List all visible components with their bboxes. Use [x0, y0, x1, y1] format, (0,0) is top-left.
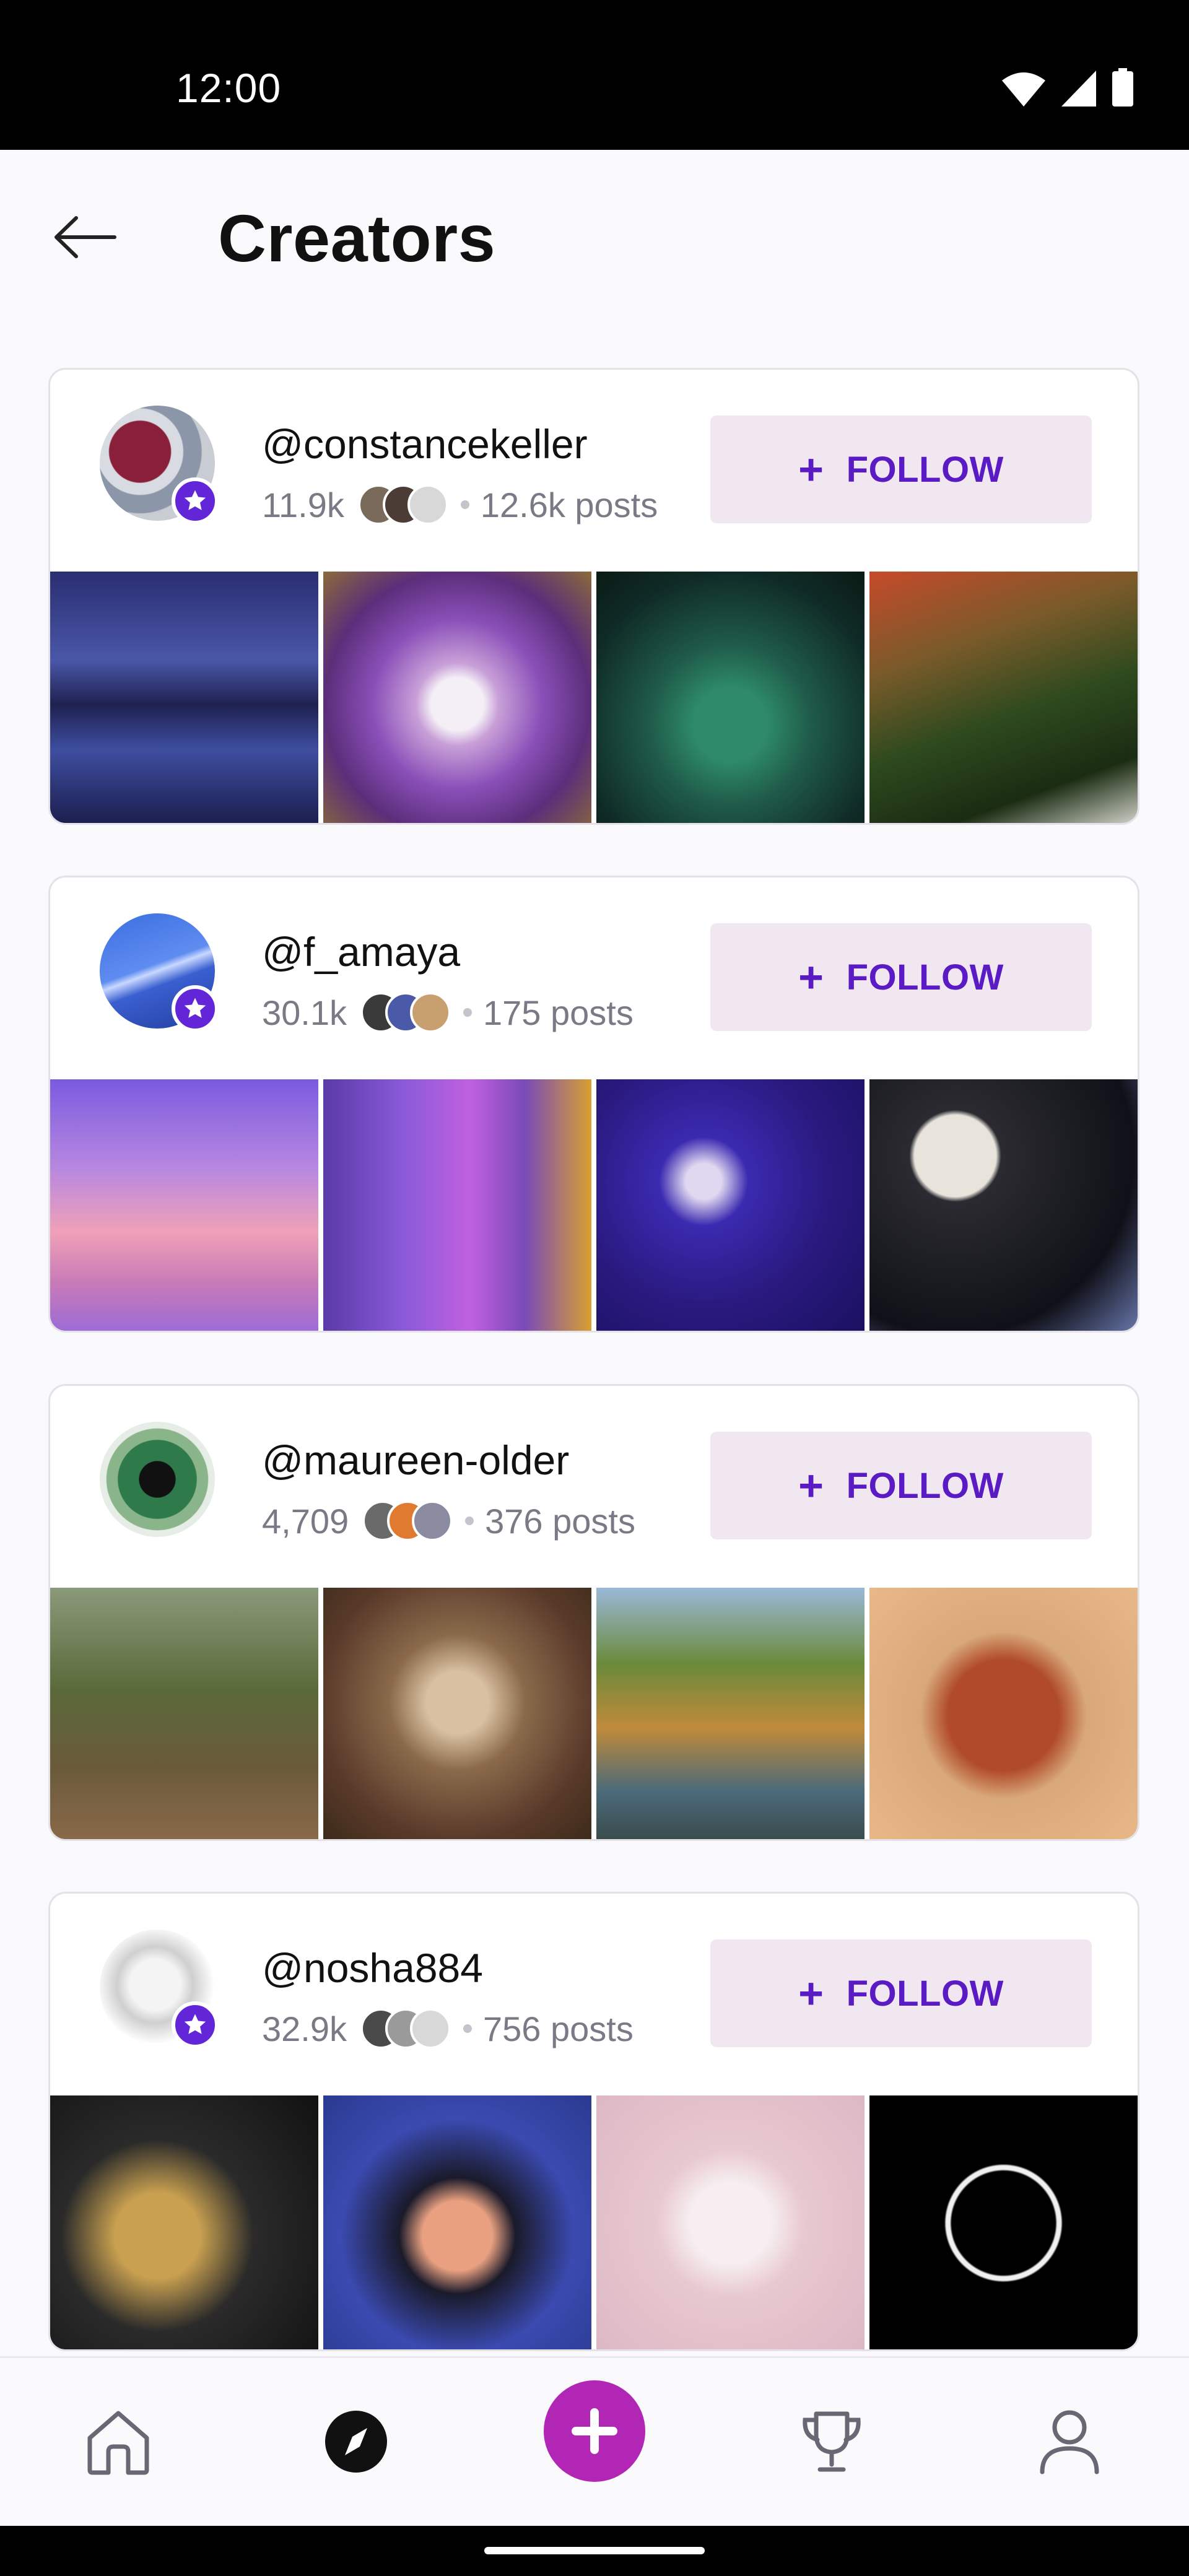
- plus-icon: [572, 2408, 617, 2454]
- explore-icon: [325, 2411, 387, 2473]
- back-button[interactable]: [51, 203, 119, 271]
- post-count: 756 posts: [483, 2009, 634, 2048]
- post-thumbnail[interactable]: [869, 1588, 1138, 1839]
- app-header: Creators: [0, 150, 1189, 317]
- follower-avatars: [360, 992, 451, 1033]
- separator-dot: [463, 1008, 472, 1017]
- mini-avatar: [412, 1500, 453, 1541]
- nav-home[interactable]: [72, 2395, 165, 2488]
- plus-icon: +: [798, 445, 824, 494]
- post-thumbnail[interactable]: [50, 1588, 318, 1839]
- plus-icon: +: [798, 1969, 824, 2017]
- creator-meta: 11.9k 12.6k posts: [262, 480, 658, 529]
- post-thumbnails: [50, 2095, 1138, 2349]
- follower-count: 11.9k: [262, 485, 344, 524]
- follow-label: FOLLOW: [846, 1973, 1004, 2014]
- creator-meta: 30.1k 175 posts: [262, 988, 634, 1037]
- status-icons: [1002, 68, 1133, 107]
- creator-username[interactable]: @f_amaya: [262, 928, 460, 975]
- follow-label: FOLLOW: [846, 1465, 1004, 1506]
- creator-meta: 4,709 376 posts: [262, 1496, 635, 1546]
- avatar[interactable]: [100, 1422, 215, 1537]
- follower-avatars: [360, 2008, 451, 2049]
- nav-profile[interactable]: [1023, 2395, 1116, 2488]
- creator-card[interactable]: @f_amaya 30.1k 175 posts + FOLLOW: [48, 876, 1139, 1333]
- verified-badge-icon: [172, 985, 219, 1032]
- follower-avatars: [362, 1500, 453, 1541]
- creator-username[interactable]: @nosha884: [262, 1944, 483, 1991]
- post-thumbnail[interactable]: [323, 572, 591, 823]
- status-time: 12:00: [176, 65, 282, 111]
- post-count: 12.6k posts: [480, 485, 658, 524]
- page-title: Creators: [218, 201, 496, 276]
- post-thumbnails: [50, 1588, 1138, 1839]
- creator-card[interactable]: @nosha884 32.9k 756 posts + FOLLOW: [48, 1892, 1139, 2351]
- post-thumbnail[interactable]: [50, 572, 318, 823]
- avatar[interactable]: [100, 406, 219, 524]
- creator-username[interactable]: @maureen-older: [262, 1437, 569, 1484]
- avatar[interactable]: [100, 913, 219, 1032]
- follow-label: FOLLOW: [846, 957, 1004, 998]
- wifi-icon: [1002, 72, 1045, 107]
- bottom-nav: [0, 2356, 1189, 2528]
- post-thumbnail[interactable]: [869, 1079, 1138, 1331]
- follower-count: 32.9k: [262, 2009, 347, 2048]
- post-thumbnail[interactable]: [596, 572, 865, 823]
- separator-dot: [460, 500, 469, 509]
- creator-card[interactable]: @maureen-older 4,709 376 posts + FOLLOW: [48, 1384, 1139, 1841]
- create-button[interactable]: [544, 2380, 645, 2482]
- mini-avatar: [410, 2008, 451, 2049]
- post-thumbnails: [50, 572, 1138, 823]
- post-thumbnail[interactable]: [323, 1079, 591, 1331]
- creator-username[interactable]: @constancekeller: [262, 420, 588, 468]
- creator-meta: 32.9k 756 posts: [262, 2004, 634, 2053]
- post-thumbnail[interactable]: [869, 572, 1138, 823]
- signal-icon: [1061, 71, 1096, 107]
- separator-dot: [463, 2024, 472, 2033]
- post-thumbnail[interactable]: [596, 2095, 865, 2349]
- separator-dot: [465, 1516, 474, 1525]
- post-thumbnail[interactable]: [323, 2095, 591, 2349]
- post-thumbnail[interactable]: [596, 1588, 865, 1839]
- nav-leaderboard[interactable]: [785, 2395, 878, 2488]
- plus-icon: +: [798, 953, 824, 1001]
- post-thumbnail[interactable]: [596, 1079, 865, 1331]
- arrow-left-icon: [54, 216, 116, 258]
- post-thumbnail[interactable]: [323, 1588, 591, 1839]
- follower-count: 30.1k: [262, 993, 347, 1032]
- trophy-icon: [803, 2411, 861, 2472]
- home-icon: [87, 2411, 149, 2475]
- follow-button[interactable]: + FOLLOW: [710, 416, 1092, 523]
- profile-icon: [1040, 2410, 1099, 2474]
- gesture-bar: [0, 2526, 1189, 2576]
- verified-badge-icon: [172, 477, 219, 524]
- follow-label: FOLLOW: [846, 449, 1004, 490]
- mini-avatar: [410, 992, 451, 1033]
- nav-explore[interactable]: [310, 2395, 403, 2488]
- follower-count: 4,709: [262, 1501, 349, 1541]
- mini-avatar: [407, 484, 448, 525]
- post-thumbnail[interactable]: [50, 2095, 318, 2349]
- post-thumbnails: [50, 1079, 1138, 1331]
- battery-icon: [1112, 68, 1133, 107]
- follow-button[interactable]: + FOLLOW: [710, 923, 1092, 1031]
- follow-button[interactable]: + FOLLOW: [710, 1939, 1092, 2047]
- home-gesture-handle[interactable]: [484, 2547, 705, 2554]
- post-thumbnail[interactable]: [50, 1079, 318, 1331]
- plus-icon: +: [798, 1461, 824, 1510]
- follower-avatars: [357, 484, 448, 525]
- post-count: 175 posts: [483, 993, 634, 1032]
- creator-card[interactable]: @constancekeller 11.9k 12.6k posts + FOL…: [48, 368, 1139, 825]
- follow-button[interactable]: + FOLLOW: [710, 1432, 1092, 1539]
- post-thumbnail[interactable]: [869, 2095, 1138, 2349]
- verified-badge-icon: [172, 2001, 219, 2048]
- avatar[interactable]: [100, 1930, 219, 2048]
- status-bar: 12:00: [0, 0, 1189, 150]
- post-count: 376 posts: [485, 1501, 635, 1541]
